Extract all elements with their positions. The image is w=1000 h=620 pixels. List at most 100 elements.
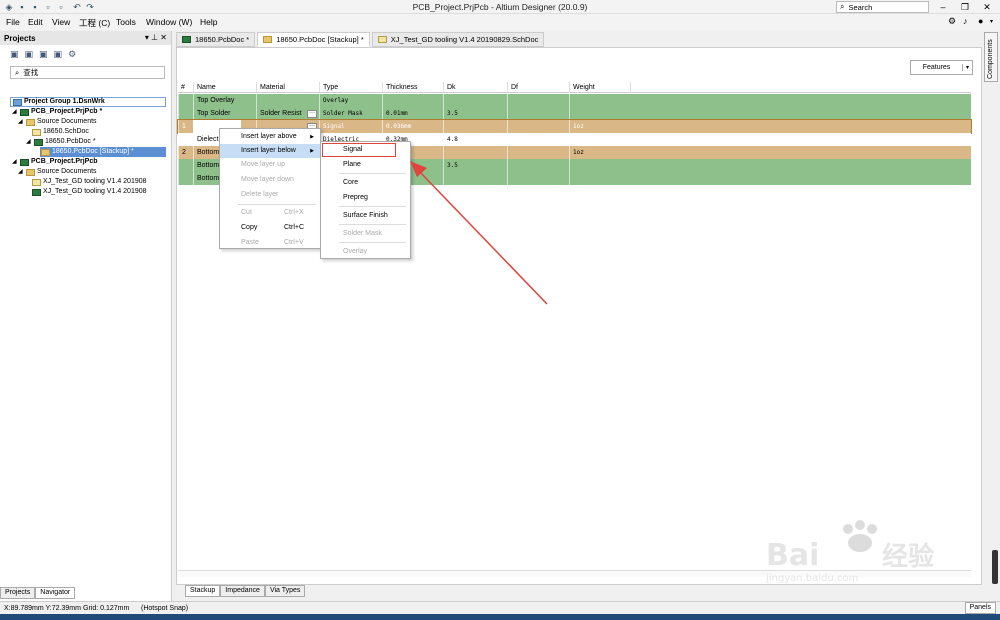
cell-df[interactable] [507, 146, 569, 159]
submenu-item-overlay[interactable]: Overlay [321, 245, 410, 259]
cell-weight[interactable] [569, 94, 630, 107]
cell-dk[interactable] [443, 94, 507, 107]
vertical-scrollbar-thumb[interactable] [992, 550, 998, 584]
compile-icon[interactable]: ▣ [25, 49, 34, 60]
tree-item-pcbdoc[interactable]: ◢ 18650.PcbDoc * [26, 137, 96, 147]
cell-dk[interactable] [443, 120, 507, 133]
cell-weight[interactable] [569, 159, 630, 172]
col-header-type[interactable]: Type [319, 82, 382, 93]
menu-item-insert-layer-above[interactable]: Insert layer above ▶ [220, 130, 320, 144]
table-row[interactable]: Top Overlay Overlay [178, 94, 971, 107]
cell-dk[interactable]: 3.5 [443, 107, 507, 120]
cell-thickness[interactable] [382, 94, 443, 107]
collapse-icon[interactable]: ◢ [18, 167, 24, 177]
cell-type[interactable]: Solder Mask [319, 107, 382, 120]
menu-item-move-layer-down[interactable]: Move layer down [220, 173, 320, 187]
material-browse-button[interactable]: ··· [307, 110, 317, 118]
tab-projects[interactable]: Projects [0, 587, 36, 599]
collapse-icon[interactable]: ◢ [12, 157, 18, 167]
cell-thickness[interactable]: 0.01mm [382, 107, 443, 120]
user-icon[interactable]: ● [978, 16, 983, 26]
cell-weight[interactable]: 1oz [569, 146, 630, 159]
save-project-icon[interactable]: ▣ [10, 49, 19, 60]
menu-window[interactable]: Window (W) [146, 17, 192, 27]
col-header-weight[interactable]: Weight [569, 82, 630, 93]
tab-schdoc[interactable]: XJ_Test_GD tooling V1.4 20190829.SchDoc [371, 32, 545, 47]
close-button[interactable]: ✕ [976, 0, 998, 14]
tree-item-xj-pcbdoc[interactable]: XJ_Test_GD tooling V1.4 201908 [32, 187, 147, 197]
submenu-item-solder-mask[interactable]: Solder Mask [321, 227, 410, 241]
menu-item-copy[interactable]: Copy Ctrl+C [220, 221, 320, 235]
cell-df[interactable] [507, 159, 569, 172]
submenu-item-core[interactable]: Core [321, 176, 410, 190]
settings-icon[interactable]: ⚙ [68, 49, 76, 60]
bell-icon[interactable]: ♪ [963, 16, 968, 26]
cell-df[interactable] [507, 120, 569, 133]
cell-name[interactable]: Top Solder [193, 107, 256, 120]
col-header-num[interactable]: # [178, 82, 193, 93]
global-search-input[interactable]: ⌕ Search [836, 1, 929, 13]
menu-item-move-layer-up[interactable]: Move layer up [220, 158, 320, 172]
add-icon[interactable]: ▣ [39, 49, 48, 60]
cell-df[interactable] [507, 107, 569, 120]
col-header-material[interactable]: Material [256, 82, 319, 93]
col-header-dk[interactable]: Dk [443, 82, 507, 93]
table-row[interactable]: Top Solder Solder Resist Solder Mask 0.0… [178, 107, 971, 120]
menu-item-delete-layer[interactable]: Delete layer [220, 188, 320, 202]
cell-df[interactable] [507, 133, 569, 146]
submenu-item-plane[interactable]: Plane [321, 158, 410, 172]
tree-item-source-documents-2[interactable]: ◢ Source Documents [18, 167, 97, 177]
tree-item-stackup[interactable]: 18650.PcbDoc [Stackup] * [40, 147, 166, 157]
menu-edit[interactable]: Edit [28, 17, 43, 27]
tree-item-project-2[interactable]: ◢ PCB_Project.PrjPcb [12, 157, 98, 167]
cell-weight[interactable] [569, 133, 630, 146]
cell-dk[interactable]: 3.5 [443, 159, 507, 172]
minimize-button[interactable]: – [932, 0, 954, 14]
cell-dk[interactable]: 4.8 [443, 133, 507, 146]
cell-weight[interactable] [569, 172, 630, 185]
cell-material[interactable] [256, 94, 319, 107]
menu-file[interactable]: File [6, 17, 20, 27]
col-header-name[interactable]: Name [193, 82, 256, 93]
cell-dk[interactable] [443, 172, 507, 185]
panels-button[interactable]: Panels [964, 602, 996, 614]
collapse-icon[interactable]: ◢ [26, 137, 32, 147]
cell-df[interactable] [507, 94, 569, 107]
cell-type[interactable]: Signal [319, 120, 382, 133]
tab-stackup-view[interactable]: Stackup [185, 585, 221, 597]
projects-search-input[interactable]: ⌕ 查找 [10, 66, 165, 79]
menu-item-insert-layer-below[interactable]: Insert layer below ▶ [220, 144, 320, 158]
tab-impedance[interactable]: Impedance [220, 585, 265, 597]
cell-weight[interactable]: 1oz [569, 120, 630, 133]
pin-icon[interactable]: ▾ ⊥ ✕ [145, 33, 167, 42]
cell-weight[interactable] [569, 107, 630, 120]
cell-df[interactable] [507, 172, 569, 185]
chevron-down-icon[interactable]: ▾ [990, 18, 993, 25]
menu-project[interactable]: 工程 (C) [79, 17, 110, 29]
tab-pcbdoc[interactable]: 18650.PcbDoc * [176, 32, 256, 47]
gear-icon[interactable]: ⚙ [948, 16, 956, 27]
restore-button[interactable]: ❐ [954, 0, 976, 14]
col-header-thickness[interactable]: Thickness [382, 82, 443, 93]
submenu-item-surface-finish[interactable]: Surface Finish [321, 209, 410, 223]
components-panel-tab[interactable]: Components [984, 32, 998, 82]
collapse-icon[interactable]: ◢ [18, 117, 24, 127]
menu-view[interactable]: View [52, 17, 70, 27]
close-project-icon[interactable]: ▣ [54, 49, 63, 60]
cell-name[interactable]: Top Overlay [193, 94, 256, 107]
collapse-icon[interactable]: ◢ [12, 107, 18, 117]
features-dropdown[interactable]: Features ▾ [910, 60, 973, 75]
col-header-df[interactable]: Df [507, 82, 569, 93]
tree-item-workspace[interactable]: Project Group 1.DsnWrk [10, 97, 166, 107]
tab-navigator[interactable]: Navigator [35, 587, 76, 599]
menu-item-paste[interactable]: Paste Ctrl+V [220, 236, 320, 250]
cell-thickness[interactable]: 0.036mm [382, 120, 443, 133]
tab-stackup[interactable]: 18650.PcbDoc [Stackup] * [257, 32, 370, 47]
menu-item-cut[interactable]: Cut Ctrl+X [220, 206, 320, 220]
tree-item-project[interactable]: ◢ PCB_Project.PrjPcb * [12, 107, 102, 117]
tree-item-schdoc[interactable]: 18650.SchDoc [32, 127, 89, 137]
cell-dk[interactable] [443, 146, 507, 159]
menu-tools[interactable]: Tools [116, 17, 136, 27]
cell-type[interactable]: Overlay [319, 94, 382, 107]
tree-item-xj-schdoc[interactable]: XJ_Test_GD tooling V1.4 201908 [32, 177, 147, 187]
